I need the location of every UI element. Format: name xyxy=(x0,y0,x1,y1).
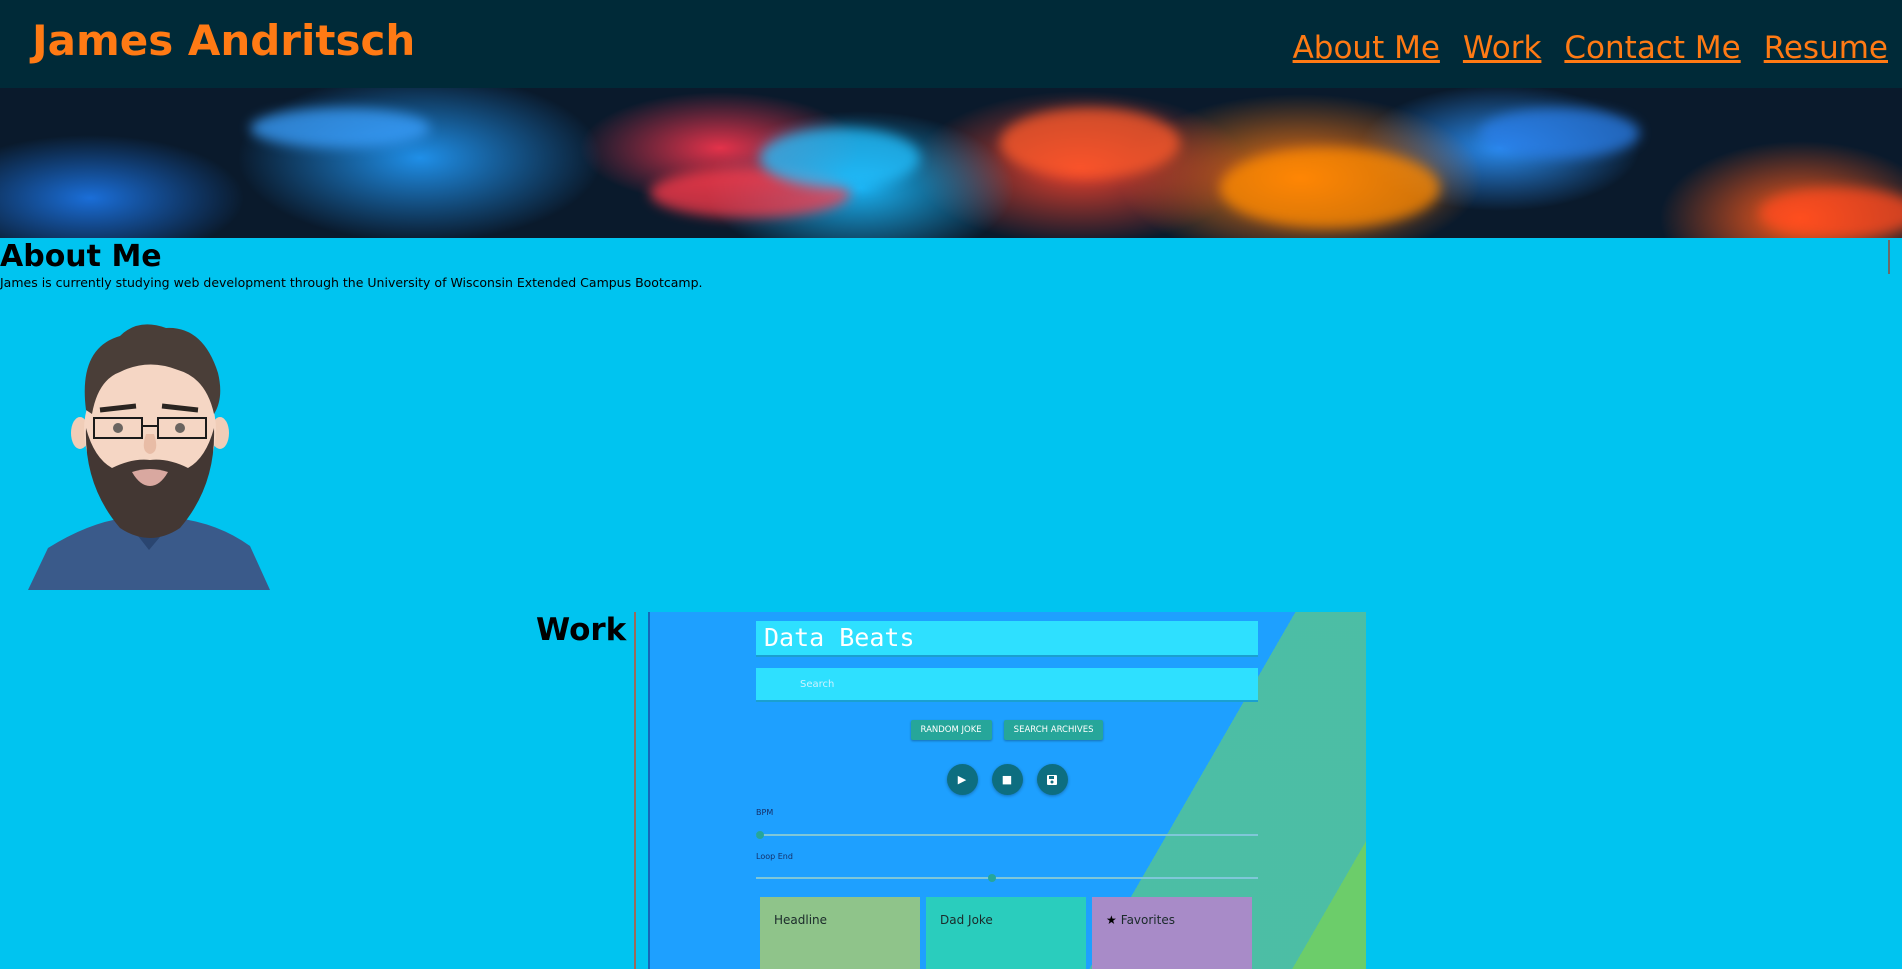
playback-controls: ▶ ■ xyxy=(756,764,1258,795)
nav-link-contact[interactable]: Contact Me xyxy=(1564,30,1740,66)
star-icon: ★ xyxy=(1106,913,1117,927)
bpm-slider-knob[interactable] xyxy=(756,831,764,839)
project-title: Data Beats xyxy=(756,621,1258,657)
main-nav: About Me Work Contact Me Resume xyxy=(1293,30,1888,66)
bpm-label: BPM xyxy=(756,808,774,817)
stop-icon[interactable]: ■ xyxy=(991,764,1023,795)
search-archives-button[interactable]: SEARCH ARCHIVES xyxy=(1003,720,1104,740)
scrollbar[interactable] xyxy=(1888,240,1890,274)
bpm-slider[interactable] xyxy=(756,831,1258,839)
search-input[interactable] xyxy=(756,668,1258,702)
loop-end-slider[interactable] xyxy=(756,874,1258,882)
random-joke-button[interactable]: RANDOM JOKE xyxy=(910,720,992,740)
project-cards: Headline Dad Joke ★ Favorites xyxy=(760,897,1252,969)
nav-link-resume[interactable]: Resume xyxy=(1764,30,1888,66)
save-icon[interactable] xyxy=(1036,764,1068,795)
avatar-icon xyxy=(28,324,270,590)
headline-card[interactable]: Headline xyxy=(760,897,920,969)
project-screenshot-data-beats[interactable]: Data Beats RANDOM JOKE SEARCH ARCHIVES ▶… xyxy=(648,612,1366,969)
project-button-row: RANDOM JOKE SEARCH ARCHIVES xyxy=(756,720,1258,740)
work-heading: Work xyxy=(536,612,627,648)
dad-joke-card[interactable]: Dad Joke xyxy=(926,897,1086,969)
site-header: James Andritsch About Me Work Contact Me… xyxy=(0,0,1902,88)
about-text: James is currently studying web developm… xyxy=(0,275,703,290)
nav-link-work[interactable]: Work xyxy=(1463,30,1542,66)
hero-banner-image xyxy=(0,88,1902,238)
play-icon[interactable]: ▶ xyxy=(946,764,978,795)
nav-link-about[interactable]: About Me xyxy=(1293,30,1440,66)
loop-end-slider-knob[interactable] xyxy=(987,874,996,882)
loop-end-label: Loop End xyxy=(756,852,793,861)
favorites-card[interactable]: ★ Favorites xyxy=(1092,897,1252,969)
work-divider xyxy=(634,612,636,969)
site-title: James Andritsch xyxy=(32,16,416,65)
about-heading: About Me xyxy=(0,239,162,274)
